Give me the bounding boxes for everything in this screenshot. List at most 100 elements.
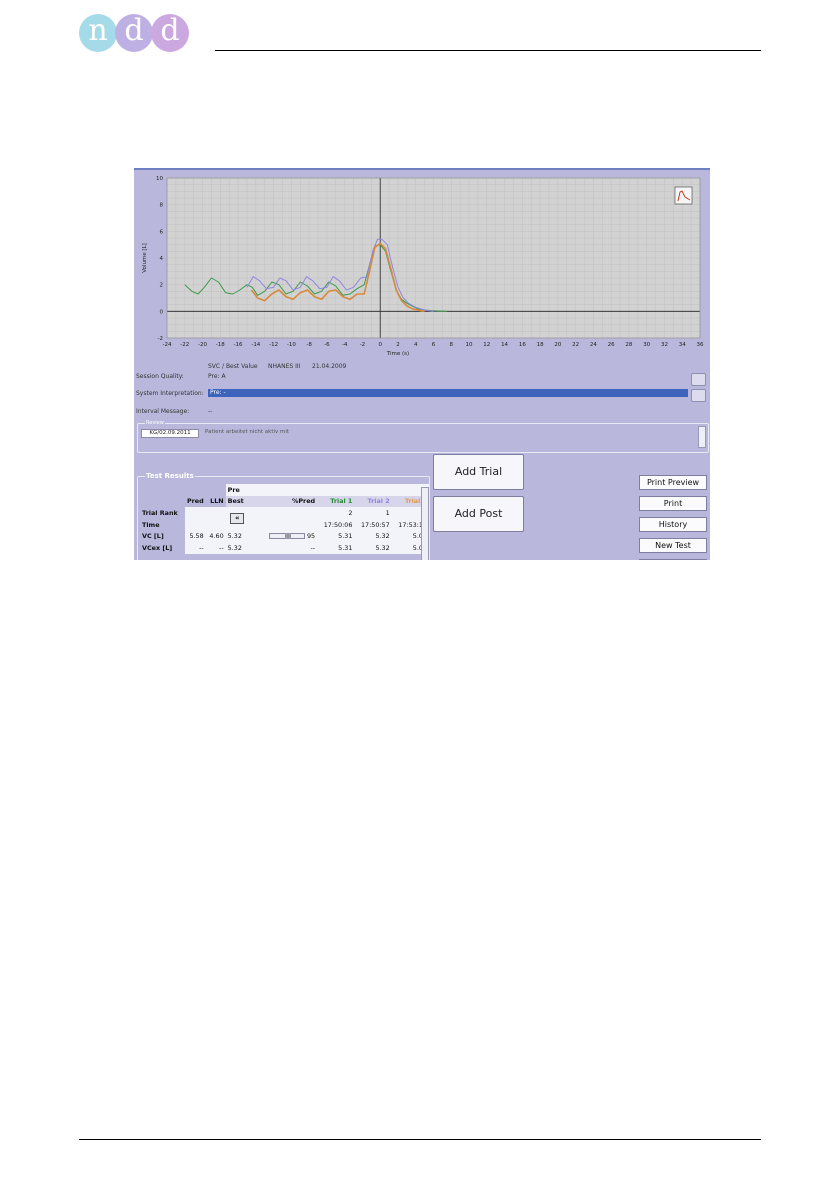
review-date-field[interactable]: KG/02.09.2011 [141, 429, 199, 438]
y-tick-label: 6 [160, 229, 164, 235]
results-scrollbar[interactable] [421, 487, 429, 560]
x-tick-label: 34 [679, 342, 686, 348]
review-title: Review [145, 420, 165, 426]
x-tick-label: -6 [324, 342, 330, 348]
x-tick-label: 0 [378, 342, 382, 348]
test-results-title: Test Results [145, 472, 195, 480]
x-tick-label: 30 [643, 342, 650, 348]
pred-header: Pred [186, 497, 204, 506]
logo-letter: n [79, 14, 117, 52]
new-test-button[interactable]: New Test [639, 538, 707, 553]
review-panel: Review KG/02.09.2011 Patient arbeitet ni… [137, 420, 709, 453]
trial2-value: 5.32 [354, 530, 392, 542]
results-table: Pre Pred LLN Best %Pred Trial 1 Trial 2 … [140, 484, 429, 554]
x-tick-label: -2 [360, 342, 365, 348]
pct-pred-header: %Pred [248, 495, 318, 508]
pred-value: 5.58 [184, 530, 206, 542]
x-tick-label: 8 [450, 342, 454, 348]
x-tick-label: -22 [180, 342, 189, 348]
trial-rank-label: Trial Rank [142, 508, 178, 517]
x-tick-label: -16 [234, 342, 243, 348]
pct-pred-bar [268, 533, 305, 540]
header-divider [215, 50, 761, 51]
y-tick-label: 2 [160, 283, 164, 289]
table-row: VCex [L] -- -- 5.32 -- 5.31 5.32 5.08 [140, 541, 429, 554]
y-axis-label: Volume [L] [142, 243, 148, 273]
pct-pred-value: -- [248, 541, 318, 554]
trial2-value: 5.32 [354, 541, 392, 554]
trial1-value: 5.31 [317, 541, 355, 554]
x-tick-label: 6 [432, 342, 436, 348]
pred-value: -- [184, 541, 206, 554]
table-row: VC [L] 5.58 4.60 5.32 95 5.31 5.32 5.08 [140, 530, 429, 542]
x-tick-label: -12 [269, 342, 278, 348]
interpretation-label: System Interpretation: [136, 390, 204, 397]
session-header: SVC / Best Value [208, 363, 258, 370]
x-tick-label: 20 [554, 342, 561, 348]
interpretation-button[interactable] [691, 389, 706, 402]
param-label: VC [L] [142, 532, 164, 541]
interpretation-value[interactable]: Pre: - [208, 389, 688, 397]
lln-value: 4.60 [205, 530, 226, 542]
review-scrollbar[interactable] [698, 426, 706, 448]
session-quality-label: Session Quality: [136, 373, 184, 380]
x-tick-label: 36 [697, 342, 704, 348]
print-button[interactable]: Print [639, 496, 707, 511]
predictor-name: NHANES III [268, 363, 301, 370]
x-tick-label: 4 [414, 342, 418, 348]
lln-value: -- [205, 541, 226, 554]
trial1-header[interactable]: Trial 1 [317, 495, 355, 508]
x-tick-label: 10 [466, 342, 473, 348]
svc-result-screen: -24 -22 -20 -18 -16 -14 -12 -10 -8 -6 -4 -2 0 2 4 6 8 10 1… [134, 168, 710, 560]
best-value: 5.32 [225, 541, 249, 554]
time-label: Time [142, 520, 160, 529]
x-tick-label: 22 [572, 342, 579, 348]
interval-message-value: -- [208, 408, 213, 415]
session-date: 21.04.2009 [312, 363, 347, 370]
footer-divider [79, 1139, 761, 1140]
best-header: Best [225, 495, 249, 508]
best-value: 5.32 [225, 530, 249, 542]
more-button[interactable] [639, 559, 707, 560]
x-tick-label: 18 [537, 342, 544, 348]
x-tick-label: -20 [198, 342, 207, 348]
x-axis-label: Time (s) [386, 351, 409, 357]
x-tick-label: 26 [608, 342, 615, 348]
interval-message-label: Interval Message: [136, 408, 190, 415]
trial2-header[interactable]: Trial 2 [354, 495, 392, 508]
y-tick-label: 8 [160, 203, 164, 209]
pre-header: Pre [225, 484, 429, 496]
y-tick-label: -2 [158, 336, 163, 342]
test-results-panel: Test Results Pre Pred LLN Best %Pred Tri… [137, 472, 430, 560]
collapse-left-button[interactable]: « [230, 513, 245, 525]
param-label: VCex [L] [142, 543, 173, 552]
x-tick-label: -4 [342, 342, 348, 348]
x-tick-label: 24 [590, 342, 597, 348]
history-button[interactable]: History [639, 517, 707, 532]
x-tick-label: -10 [287, 342, 296, 348]
review-comment[interactable]: Patient arbeitet nicht aktiv mit [205, 429, 289, 435]
x-tick-label: -14 [251, 342, 260, 348]
y-tick-label: 4 [160, 256, 164, 262]
ndd-logo: n d d [79, 14, 191, 54]
lln-header: LLN [210, 497, 224, 506]
y-tick-label: 10 [156, 176, 163, 182]
x-tick-label: 28 [625, 342, 632, 348]
x-tick-label: 16 [519, 342, 526, 348]
session-quality-button[interactable] [691, 373, 706, 386]
trial1-time: 17:50:06 [317, 518, 355, 531]
x-tick-label: -8 [306, 342, 312, 348]
x-tick-label: 12 [483, 342, 490, 348]
volume-time-chart: -24 -22 -20 -18 -16 -14 -12 -10 -8 -6 -4 -2 0 2 4 6 8 10 1… [134, 170, 710, 360]
trial1-rank: 2 [317, 507, 355, 519]
logo-letter: d [151, 14, 189, 52]
x-tick-label: -24 [163, 342, 172, 348]
pct-pred-value: 95 [306, 532, 316, 541]
x-tick-label: 14 [501, 342, 508, 348]
print-preview-button[interactable]: Print Preview [639, 475, 707, 490]
curve-type-icon[interactable] [674, 186, 693, 205]
add-post-button[interactable]: Add Post [433, 496, 524, 532]
trial1-value: 5.31 [317, 530, 355, 542]
y-tick-label: 0 [160, 309, 164, 315]
add-trial-button[interactable]: Add Trial [433, 454, 524, 490]
